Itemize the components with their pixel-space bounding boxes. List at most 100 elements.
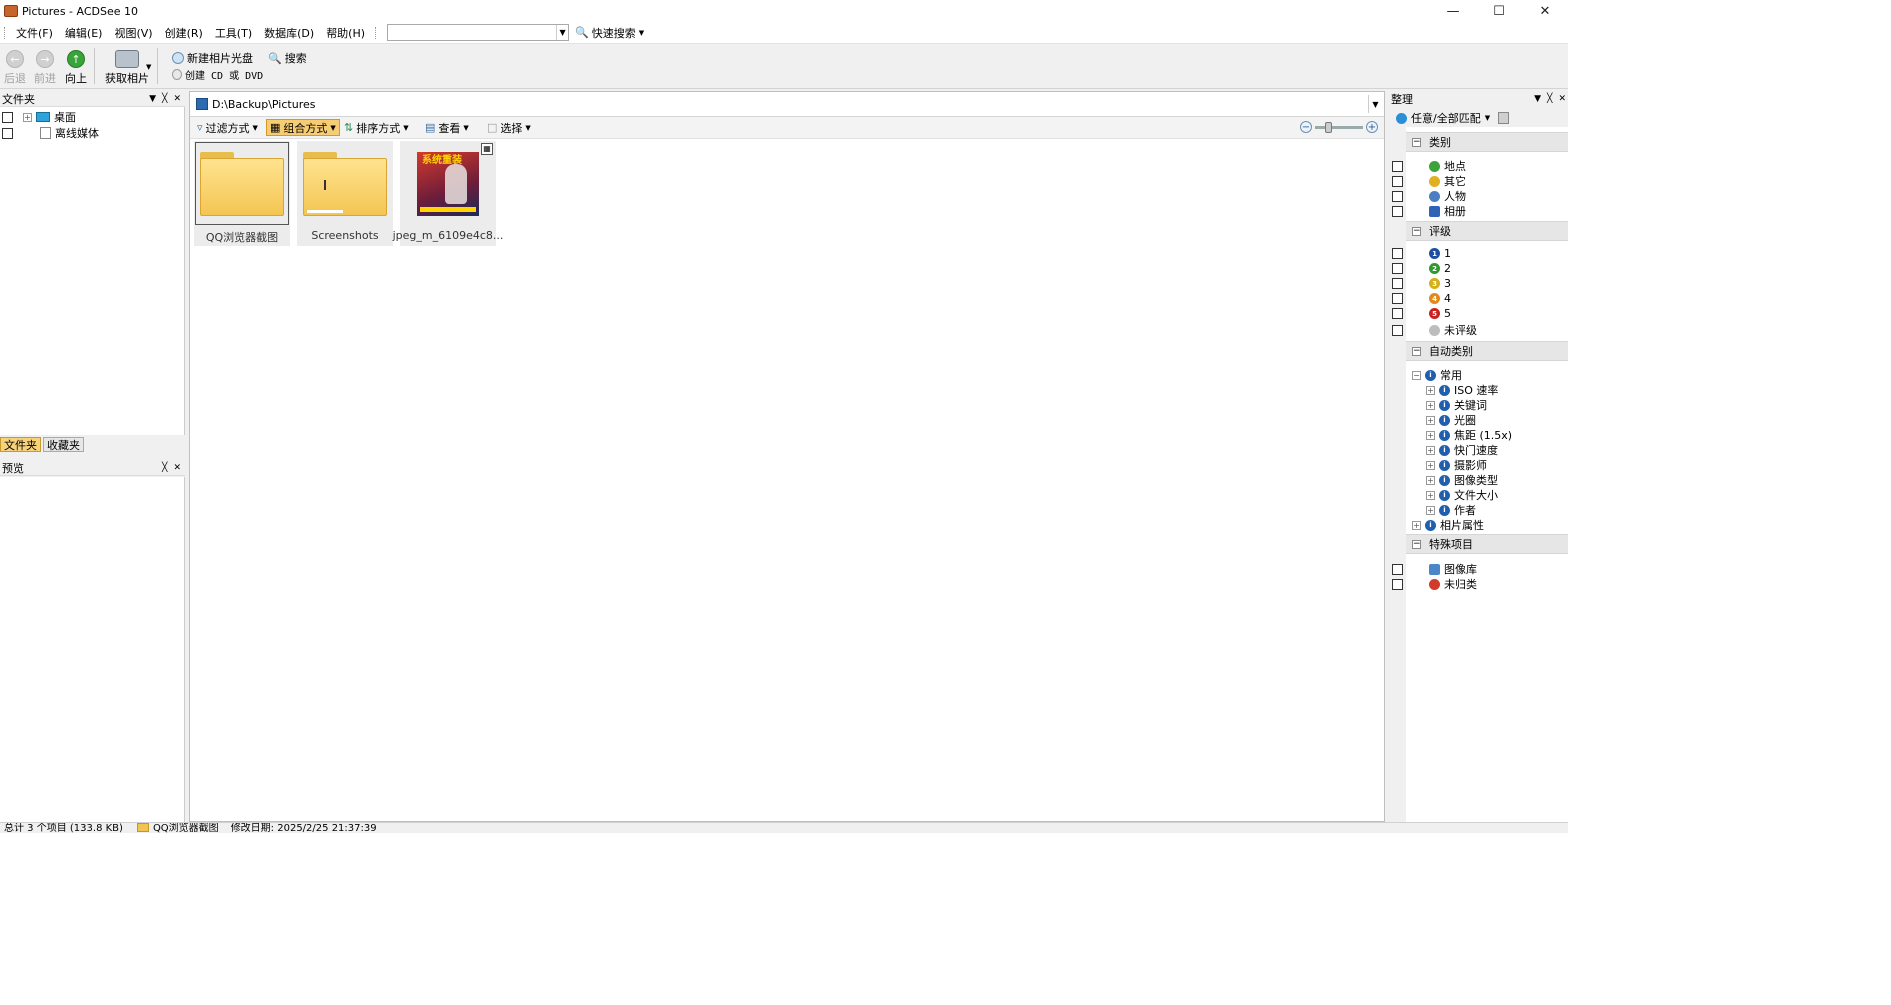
close-icon[interactable]: ✕: [1558, 94, 1566, 104]
section-special-items[interactable]: − 特殊项目: [1406, 534, 1568, 554]
menu-create[interactable]: 创建(R): [159, 25, 209, 41]
tree-item-desktop[interactable]: + 桌面: [2, 109, 76, 125]
checkbox[interactable]: [1392, 293, 1403, 304]
pin-icon[interactable]: ╳: [162, 463, 167, 473]
menu-database[interactable]: 数据库(D): [258, 25, 320, 41]
special-item-gallery[interactable]: 图像库: [1392, 561, 1477, 577]
expand-icon[interactable]: +: [1426, 400, 1435, 410]
checkbox[interactable]: [1392, 175, 1403, 187]
pin-icon[interactable]: ╳: [162, 94, 167, 104]
collapse-icon[interactable]: −: [1412, 137, 1421, 147]
maximize-button[interactable]: ☐: [1476, 0, 1522, 22]
auto-item-keywords[interactable]: + i 关键词: [1426, 397, 1487, 413]
zoom-thumb[interactable]: [1325, 121, 1332, 133]
auto-item-common[interactable]: − i 常用: [1412, 367, 1462, 383]
tree-item-offline-media[interactable]: 离线媒体: [2, 125, 99, 141]
expand-icon[interactable]: +: [23, 112, 32, 122]
checkbox[interactable]: [2, 127, 13, 139]
checkbox[interactable]: [1392, 278, 1403, 289]
special-item-uncategorized[interactable]: 未归类: [1392, 576, 1477, 592]
rating-item-3[interactable]: 33: [1392, 277, 1451, 290]
section-auto-categories[interactable]: − 自动类别: [1406, 341, 1568, 361]
panel-menu-icon[interactable]: ▼: [1534, 94, 1541, 104]
sort-button[interactable]: ⇅ 排序方式 ▼: [341, 119, 412, 136]
up-button[interactable]: ↑ 向上: [65, 50, 87, 86]
auto-item-iso[interactable]: + i ISO 速率: [1426, 382, 1498, 398]
auto-item-focal[interactable]: + i 焦距 (1.5x): [1426, 427, 1512, 443]
chevron-down-icon[interactable]: ▼: [146, 63, 151, 71]
quick-search-input[interactable]: ▼: [387, 24, 570, 41]
tab-favorites[interactable]: 收藏夹: [43, 437, 84, 452]
collapse-icon[interactable]: −: [1412, 539, 1421, 549]
tab-folders[interactable]: 文件夹: [0, 437, 41, 452]
zoom-out-icon[interactable]: −: [1300, 121, 1312, 133]
rating-item-4[interactable]: 44: [1392, 292, 1451, 305]
section-ratings[interactable]: − 评级: [1406, 221, 1568, 241]
panel-menu-icon[interactable]: ▼: [149, 94, 156, 104]
category-item-other[interactable]: 其它: [1392, 173, 1466, 189]
auto-item-image-type[interactable]: + i 图像类型: [1426, 472, 1498, 488]
auto-item-author[interactable]: + i 作者: [1426, 502, 1476, 518]
close-icon[interactable]: ✕: [173, 94, 181, 104]
close-button[interactable]: ✕: [1522, 0, 1568, 22]
zoom-track[interactable]: [1315, 121, 1363, 133]
checkbox[interactable]: [1392, 263, 1403, 274]
group-button[interactable]: ▦ 组合方式 ▼: [266, 119, 340, 136]
checkbox[interactable]: [1392, 205, 1403, 217]
category-item-place[interactable]: 地点: [1392, 158, 1466, 174]
zoom-slider[interactable]: − +: [1300, 121, 1378, 133]
expand-icon[interactable]: +: [1426, 445, 1435, 455]
collapse-icon[interactable]: −: [1412, 370, 1421, 380]
auto-item-file-size[interactable]: + i 文件大小: [1426, 487, 1498, 503]
checkbox[interactable]: [1392, 563, 1403, 575]
rating-item-2[interactable]: 22: [1392, 262, 1451, 275]
menu-help[interactable]: 帮助(H): [320, 25, 371, 41]
path-bar[interactable]: D:\Backup\Pictures ▼: [190, 92, 1384, 117]
menu-view[interactable]: 视图(V): [108, 25, 158, 41]
expand-icon[interactable]: +: [1426, 490, 1435, 500]
rating-item-1[interactable]: 11: [1392, 247, 1451, 260]
zoom-in-icon[interactable]: +: [1366, 121, 1378, 133]
checkbox[interactable]: [1392, 308, 1403, 319]
checkbox[interactable]: [1392, 160, 1403, 172]
create-cd-dvd-button[interactable]: 创建 CD 或 DVD: [172, 67, 263, 82]
expand-icon[interactable]: +: [1426, 430, 1435, 440]
checkbox[interactable]: [2, 111, 13, 123]
expand-icon[interactable]: +: [1426, 505, 1435, 515]
auto-item-photo-props[interactable]: + i 相片属性: [1412, 517, 1484, 533]
thumbnail-item[interactable]: QQ浏览器截图: [194, 141, 290, 246]
thumbnail-item[interactable]: 系统重装 ▦ jpeg_m_6109e4c8...: [393, 141, 503, 246]
section-categories[interactable]: − 类别: [1406, 132, 1568, 152]
match-mode-button[interactable]: 任意/全部匹配 ▼: [1396, 110, 1510, 126]
minimize-button[interactable]: —: [1430, 0, 1476, 22]
checkbox[interactable]: [1392, 190, 1403, 202]
search-button[interactable]: 🔍 搜索: [268, 50, 307, 66]
menu-edit[interactable]: 编辑(E): [59, 25, 109, 41]
chevron-down-icon[interactable]: ▼: [1368, 95, 1382, 113]
checkbox[interactable]: [1392, 324, 1403, 336]
view-button[interactable]: ▤ 查看 ▼: [422, 119, 472, 136]
collapse-icon[interactable]: −: [1412, 226, 1421, 236]
back-button[interactable]: ← 后退: [4, 50, 26, 86]
collapse-icon[interactable]: −: [1412, 346, 1421, 356]
rating-item-5[interactable]: 55: [1392, 307, 1451, 320]
select-button[interactable]: □ 选择 ▼: [484, 119, 534, 136]
filter-button[interactable]: ▿ 过滤方式 ▼: [194, 119, 261, 136]
forward-button[interactable]: → 前进: [34, 50, 56, 86]
category-item-album[interactable]: 相册: [1392, 203, 1466, 219]
thumbnail-item[interactable]: Screenshots: [297, 141, 393, 246]
quick-search-button[interactable]: 🔍 快速搜索 ▼: [575, 25, 644, 41]
pin-icon[interactable]: ╳: [1547, 94, 1552, 104]
expand-icon[interactable]: +: [1412, 520, 1421, 530]
checkbox[interactable]: [1392, 248, 1403, 259]
new-photo-disc-button[interactable]: 新建相片光盘: [172, 50, 253, 66]
menu-file[interactable]: 文件(F): [10, 25, 59, 41]
expand-icon[interactable]: +: [1426, 475, 1435, 485]
auto-item-aperture[interactable]: + i 光圈: [1426, 412, 1476, 428]
expand-icon[interactable]: +: [1426, 385, 1435, 395]
database-icon[interactable]: [1498, 112, 1510, 124]
checkbox[interactable]: [1392, 578, 1403, 590]
auto-item-shutter[interactable]: + i 快门速度: [1426, 442, 1498, 458]
rating-item-unrated[interactable]: 未评级: [1392, 322, 1477, 338]
chevron-down-icon[interactable]: ▼: [556, 25, 568, 40]
